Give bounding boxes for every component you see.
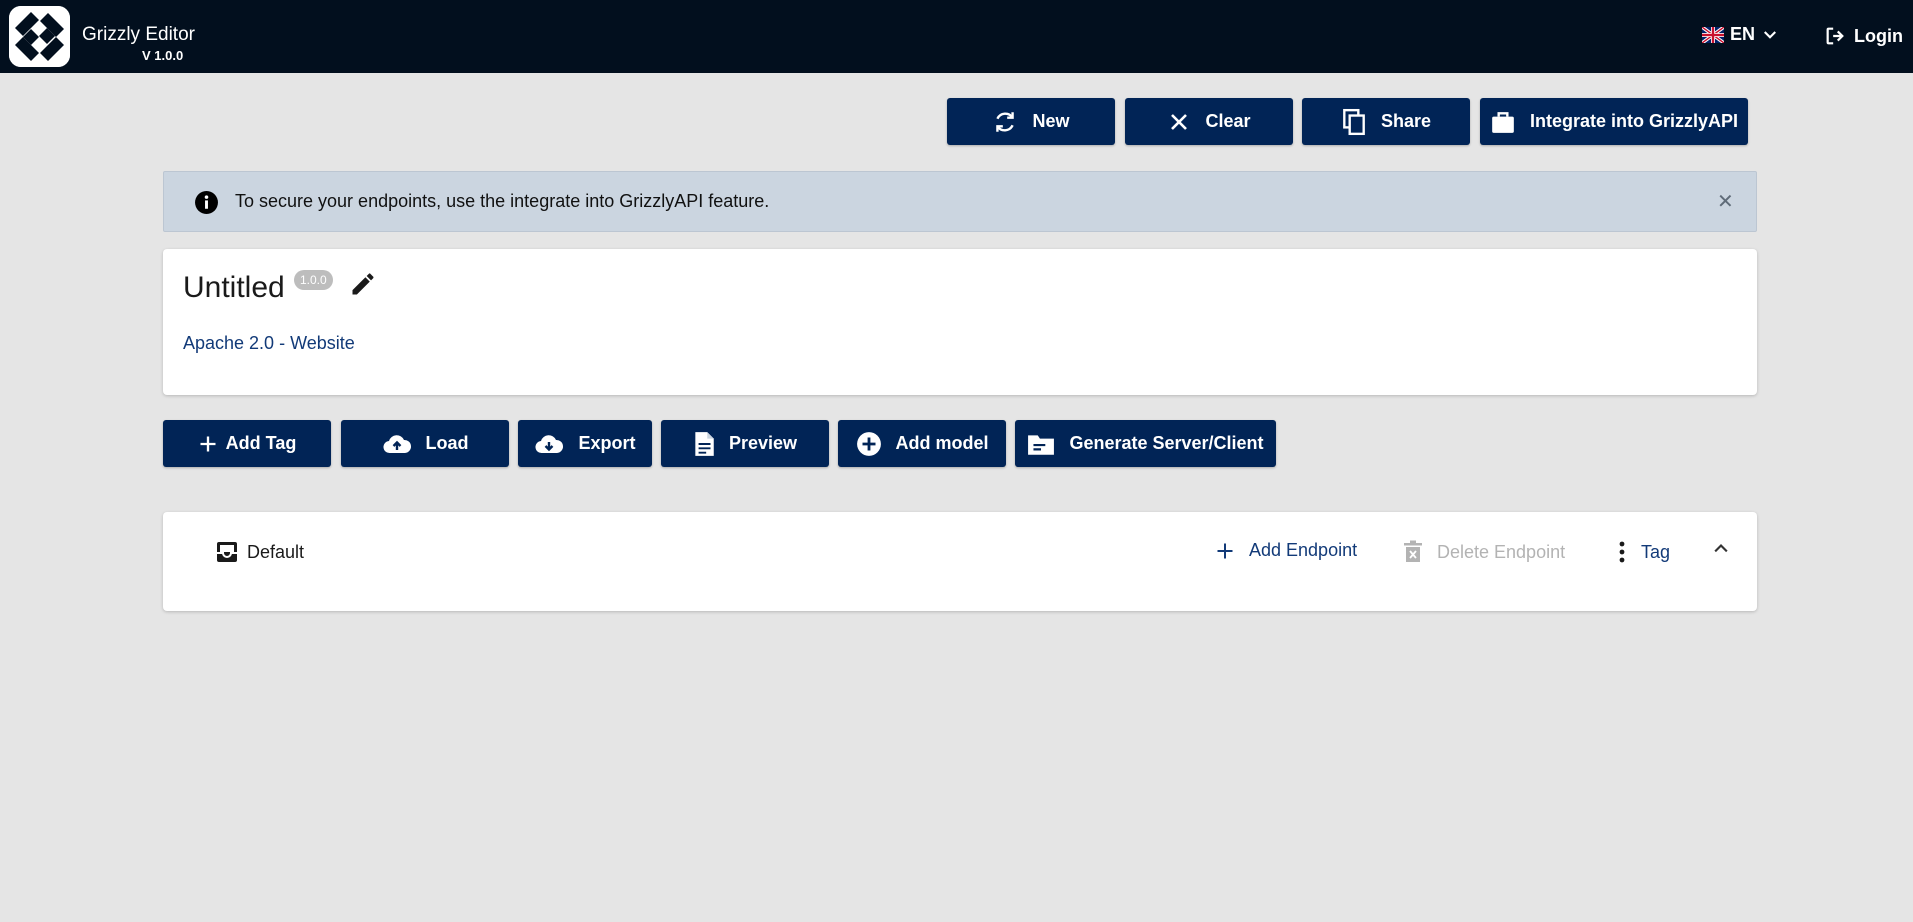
document-title: Untitled bbox=[183, 271, 285, 304]
integrate-label: Integrate into GrizzlyAPI bbox=[1529, 111, 1739, 131]
plus-circle-icon bbox=[856, 431, 881, 456]
generate-server-client-button[interactable]: Generate Server/Client bbox=[1015, 420, 1276, 467]
cloud-upload-icon bbox=[382, 434, 411, 453]
alert-message: To secure your endpoints, use the integr… bbox=[235, 191, 770, 211]
new-button[interactable]: New bbox=[947, 98, 1115, 145]
pencil-icon[interactable] bbox=[349, 270, 377, 298]
api-info-card: Untitled 1.0.0 Apache 2.0 - Website bbox=[163, 249, 1757, 395]
tag-name: Default bbox=[247, 541, 305, 562]
close-icon bbox=[1171, 113, 1188, 130]
briefcase-icon bbox=[1492, 111, 1514, 133]
clear-label: Clear bbox=[1205, 111, 1251, 131]
folder-icon bbox=[1028, 434, 1055, 455]
info-alert: To secure your endpoints, use the integr… bbox=[163, 171, 1757, 232]
uk-flag-icon bbox=[1702, 26, 1724, 43]
grizzly-logo-icon[interactable] bbox=[9, 6, 70, 67]
language-label: EN bbox=[1730, 24, 1756, 44]
brand: Grizzly Editor V 1.0.0 bbox=[82, 24, 195, 63]
integrate-grizzlyapi-button[interactable]: Integrate into GrizzlyAPI bbox=[1480, 98, 1748, 145]
language-selector[interactable]: EN bbox=[1702, 24, 1779, 45]
new-label: New bbox=[1032, 111, 1070, 131]
document-icon bbox=[695, 431, 714, 456]
tag-menu-button[interactable]: Tag bbox=[1617, 540, 1670, 564]
alert-close-button[interactable]: ✕ bbox=[1717, 189, 1734, 214]
add-model-label: Add model bbox=[895, 433, 989, 453]
preview-label: Preview bbox=[728, 433, 798, 453]
chevron-down-icon bbox=[1764, 30, 1777, 39]
add-model-button[interactable]: Add model bbox=[838, 420, 1006, 467]
top-app-bar: Grizzly Editor V 1.0.0 EN Login bbox=[0, 0, 1913, 73]
tag-header[interactable]: Default bbox=[215, 540, 304, 564]
add-endpoint-button[interactable]: Add Endpoint bbox=[1215, 540, 1357, 561]
app-title: Grizzly Editor bbox=[82, 24, 195, 45]
generate-label: Generate Server/Client bbox=[1069, 433, 1264, 453]
tag-panel-default: Default Add Endpoint Delete Endpoint Tag bbox=[163, 512, 1757, 611]
more-vertical-icon bbox=[1619, 541, 1625, 563]
login-label: Login bbox=[1854, 25, 1903, 46]
plus-icon bbox=[200, 436, 216, 451]
add-tag-button[interactable]: Add Tag bbox=[163, 420, 331, 467]
delete-endpoint-button[interactable]: Delete Endpoint bbox=[1403, 540, 1565, 564]
app-version: V 1.0.0 bbox=[142, 48, 184, 63]
tag-menu-label: Tag bbox=[1641, 541, 1671, 562]
login-button[interactable]: Login bbox=[1824, 25, 1903, 47]
inbox-icon bbox=[217, 542, 237, 562]
export-label: Export bbox=[578, 433, 636, 453]
version-badge: 1.0.0 bbox=[294, 270, 333, 290]
share-button[interactable]: Share bbox=[1302, 98, 1470, 145]
plus-icon bbox=[1217, 543, 1233, 558]
add-tag-label: Add Tag bbox=[225, 433, 297, 453]
chevron-up-icon[interactable] bbox=[1711, 538, 1731, 558]
load-label: Load bbox=[425, 433, 469, 453]
login-icon bbox=[1826, 27, 1844, 45]
export-button[interactable]: Export bbox=[518, 420, 652, 467]
copy-icon bbox=[1343, 108, 1365, 135]
info-icon bbox=[195, 191, 218, 214]
license-link[interactable]: Apache 2.0 - Website bbox=[183, 333, 355, 354]
trash-icon bbox=[1404, 540, 1422, 562]
refresh-icon bbox=[996, 111, 1015, 132]
load-button[interactable]: Load bbox=[341, 420, 509, 467]
share-label: Share bbox=[1380, 111, 1432, 131]
delete-endpoint-label: Delete Endpoint bbox=[1437, 541, 1566, 562]
cloud-download-icon bbox=[535, 434, 564, 453]
add-endpoint-label: Add Endpoint bbox=[1249, 540, 1358, 560]
preview-button[interactable]: Preview bbox=[661, 420, 829, 467]
clear-button[interactable]: Clear bbox=[1125, 98, 1293, 145]
